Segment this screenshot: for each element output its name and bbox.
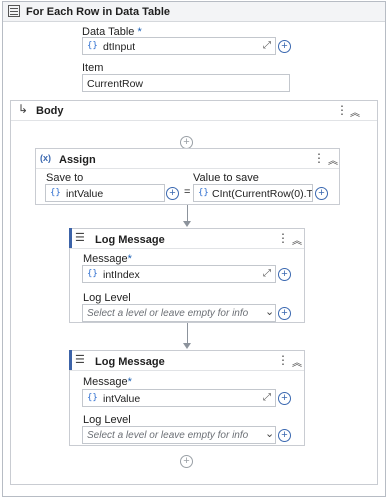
data-table-field[interactable]: {} dtInput ⤢ (82, 37, 276, 55)
assign-icon: (x) (40, 153, 51, 163)
log2-level-label: Log Level (83, 414, 131, 426)
log2-message-field[interactable]: {} intValue ⤢ (82, 389, 276, 407)
chevron-down-icon: ⌄ (265, 428, 275, 440)
item-value: CurrentRow (87, 78, 144, 90)
log1-message-field[interactable]: {} intIndex ⤢ (82, 265, 276, 283)
save-to-label: Save to (46, 172, 84, 184)
variable-icon: {} (87, 269, 98, 279)
log-message-icon: ☰ (75, 232, 85, 244)
value-to-save-field[interactable]: {} CInt(CurrentRow(0).ToS (193, 184, 313, 202)
variable-icon: {} (50, 188, 61, 198)
variable-icon: {} (87, 41, 98, 51)
log2-level-placeholder: Select a level or leave empty for info (87, 430, 249, 441)
connector-line (187, 323, 188, 344)
item-label: Item (82, 62, 104, 74)
log1-level-label: Log Level (83, 292, 131, 304)
log1-title: Log Message (95, 234, 165, 246)
value-to-save-value: CInt(CurrentRow(0).ToS (212, 188, 312, 200)
value-to-save-label: Value to save (193, 172, 259, 184)
log1-message-value: intIndex (103, 269, 140, 281)
log2-title: Log Message (95, 356, 165, 368)
log1-menu-icon[interactable]: ⋮ (277, 232, 289, 244)
expand-editor-icon[interactable]: ⤢ (263, 392, 271, 403)
log1-message-plus-icon[interactable]: + (278, 268, 291, 281)
log1-message-label: Message* (83, 253, 132, 265)
log1-level-placeholder: Select a level or leave empty for info (87, 308, 249, 319)
expand-editor-icon[interactable]: ⤢ (263, 40, 271, 51)
expand-editor-icon[interactable]: ⤢ (263, 268, 271, 279)
log2-level-select[interactable]: Select a level or leave empty for info ⌄ (82, 426, 276, 444)
divider (11, 120, 377, 121)
save-to-value: intValue (66, 188, 104, 200)
add-activity-button[interactable]: + (180, 455, 193, 468)
connector-line (187, 205, 188, 222)
log1-collapse-icon[interactable]: ︽ (292, 232, 302, 247)
body-menu-icon[interactable]: ⋮ (336, 104, 348, 116)
body-collapse-icon[interactable]: ︽ (350, 104, 360, 119)
equals-sign: = (184, 186, 191, 198)
assign-collapse-icon[interactable]: ︽ (328, 152, 338, 167)
log2-message-value: intValue (103, 393, 141, 405)
data-table-value: dtInput (103, 41, 136, 53)
foreach-title: For Each Row in Data Table (26, 6, 171, 18)
log2-collapse-icon[interactable]: ︽ (292, 354, 302, 369)
log2-menu-icon[interactable]: ⋮ (277, 354, 289, 366)
assign-title: Assign (59, 154, 96, 166)
log2-message-plus-icon[interactable]: + (278, 392, 291, 405)
foreach-icon (8, 5, 20, 17)
variable-icon: {} (87, 393, 98, 403)
data-table-plus-icon[interactable]: + (278, 40, 291, 53)
body-title: Body (36, 105, 64, 117)
log2-message-label: Message* (83, 376, 132, 388)
save-to-plus-icon[interactable]: + (166, 187, 179, 200)
log1-level-plus-icon[interactable]: + (278, 307, 291, 320)
body-icon: ↳ (18, 102, 29, 116)
assign-menu-icon[interactable]: ⋮ (313, 152, 325, 164)
item-field[interactable]: CurrentRow (82, 74, 290, 92)
value-to-save-plus-icon[interactable]: + (315, 187, 328, 200)
variable-icon: {} (198, 188, 209, 198)
log2-level-plus-icon[interactable]: + (278, 429, 291, 442)
log-message-icon: ☰ (75, 354, 85, 366)
log1-level-select[interactable]: Select a level or leave empty for info ⌄ (82, 304, 276, 322)
connector-arrow (183, 221, 191, 227)
chevron-down-icon: ⌄ (265, 306, 275, 318)
connector-arrow (183, 343, 191, 349)
save-to-field[interactable]: {} intValue (45, 184, 165, 202)
